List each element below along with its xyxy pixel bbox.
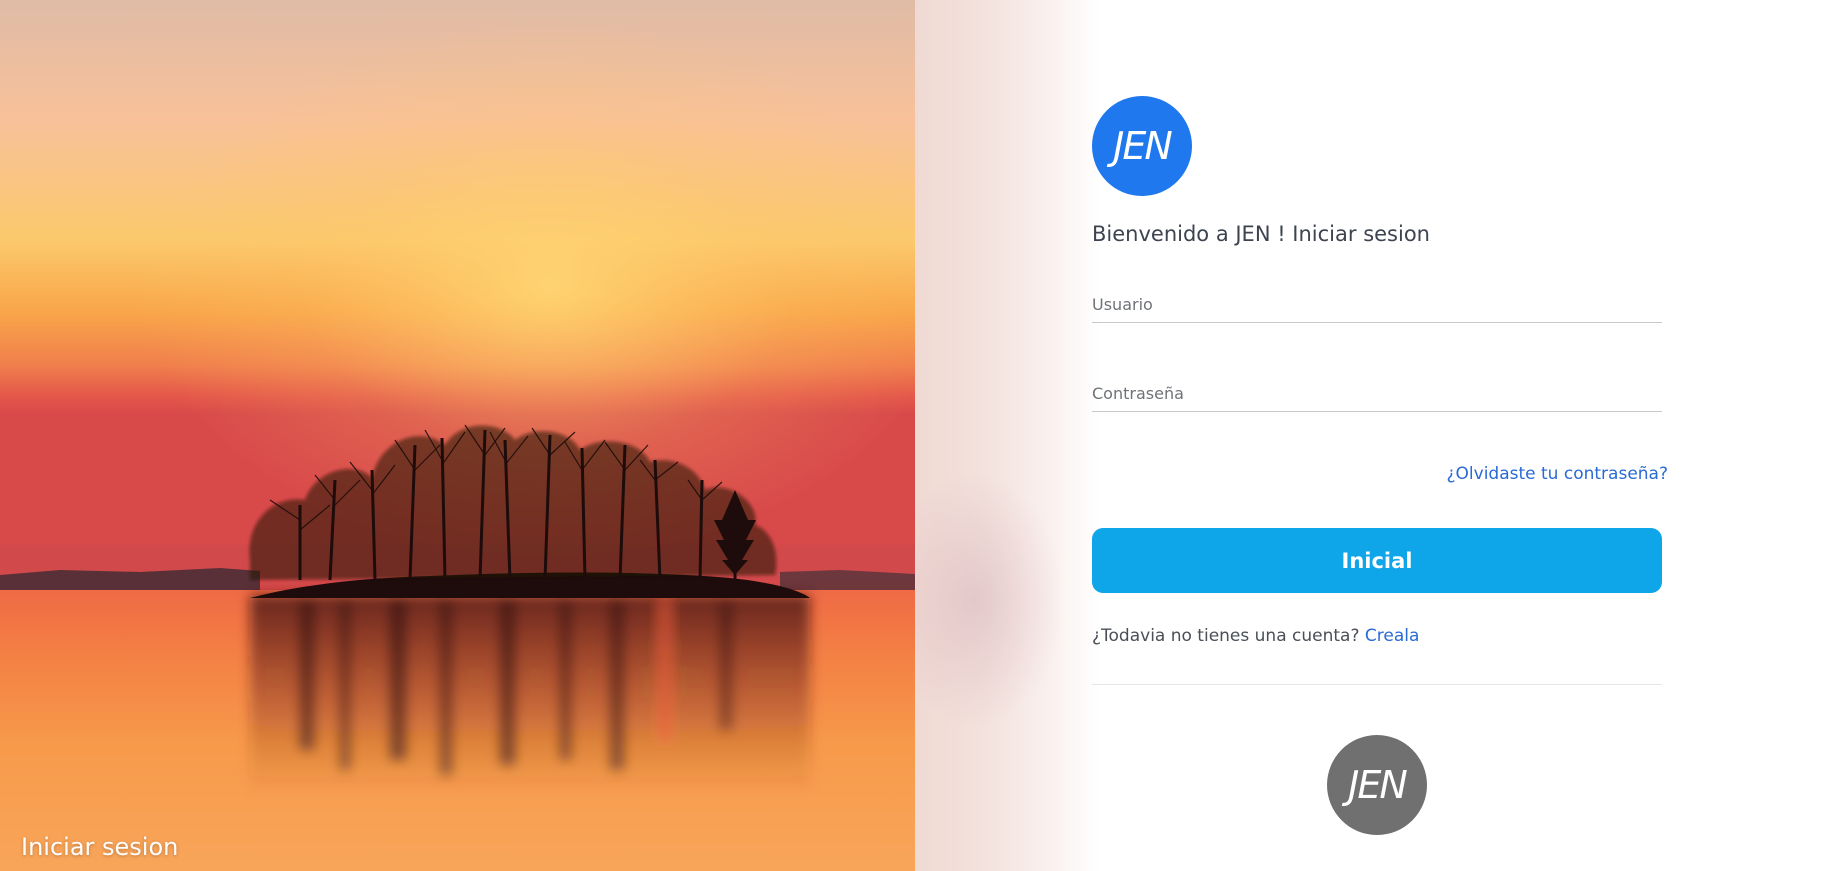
login-button[interactable]: Inicial — [1092, 528, 1662, 593]
panel-glow-decoration — [915, 470, 1065, 730]
forgot-password-link[interactable]: ¿Olvidaste tu contraseña? — [1447, 464, 1668, 484]
signup-row: ¿Todavia no tienes una cuenta? Creala — [1092, 626, 1662, 646]
login-panel: JEN Bienvenido a JEN ! Iniciar sesion ¿O… — [915, 0, 1821, 871]
hero-caption: Iniciar sesion — [21, 833, 179, 861]
hero-image: Iniciar sesion — [0, 0, 915, 871]
jen-logo: JEN — [1092, 96, 1192, 196]
login-page: Iniciar sesion JEN Bienvenido a JEN ! In… — [0, 0, 1821, 871]
forgot-password-row: ¿Olvidaste tu contraseña? — [1092, 464, 1668, 484]
sunset-landscape-image — [0, 0, 915, 871]
login-form: JEN Bienvenido a JEN ! Iniciar sesion ¿O… — [1092, 96, 1668, 835]
password-input[interactable] — [1092, 384, 1662, 403]
signup-prompt: ¿Todavia no tienes una cuenta? — [1092, 626, 1365, 646]
welcome-heading: Bienvenido a JEN ! Iniciar sesion — [1092, 222, 1430, 246]
divider — [1092, 684, 1662, 685]
username-input[interactable] — [1092, 295, 1662, 314]
username-field — [1092, 286, 1662, 323]
signup-link[interactable]: Creala — [1365, 626, 1420, 646]
footer-jen-logo: JEN — [1327, 735, 1427, 835]
password-field — [1092, 375, 1662, 412]
